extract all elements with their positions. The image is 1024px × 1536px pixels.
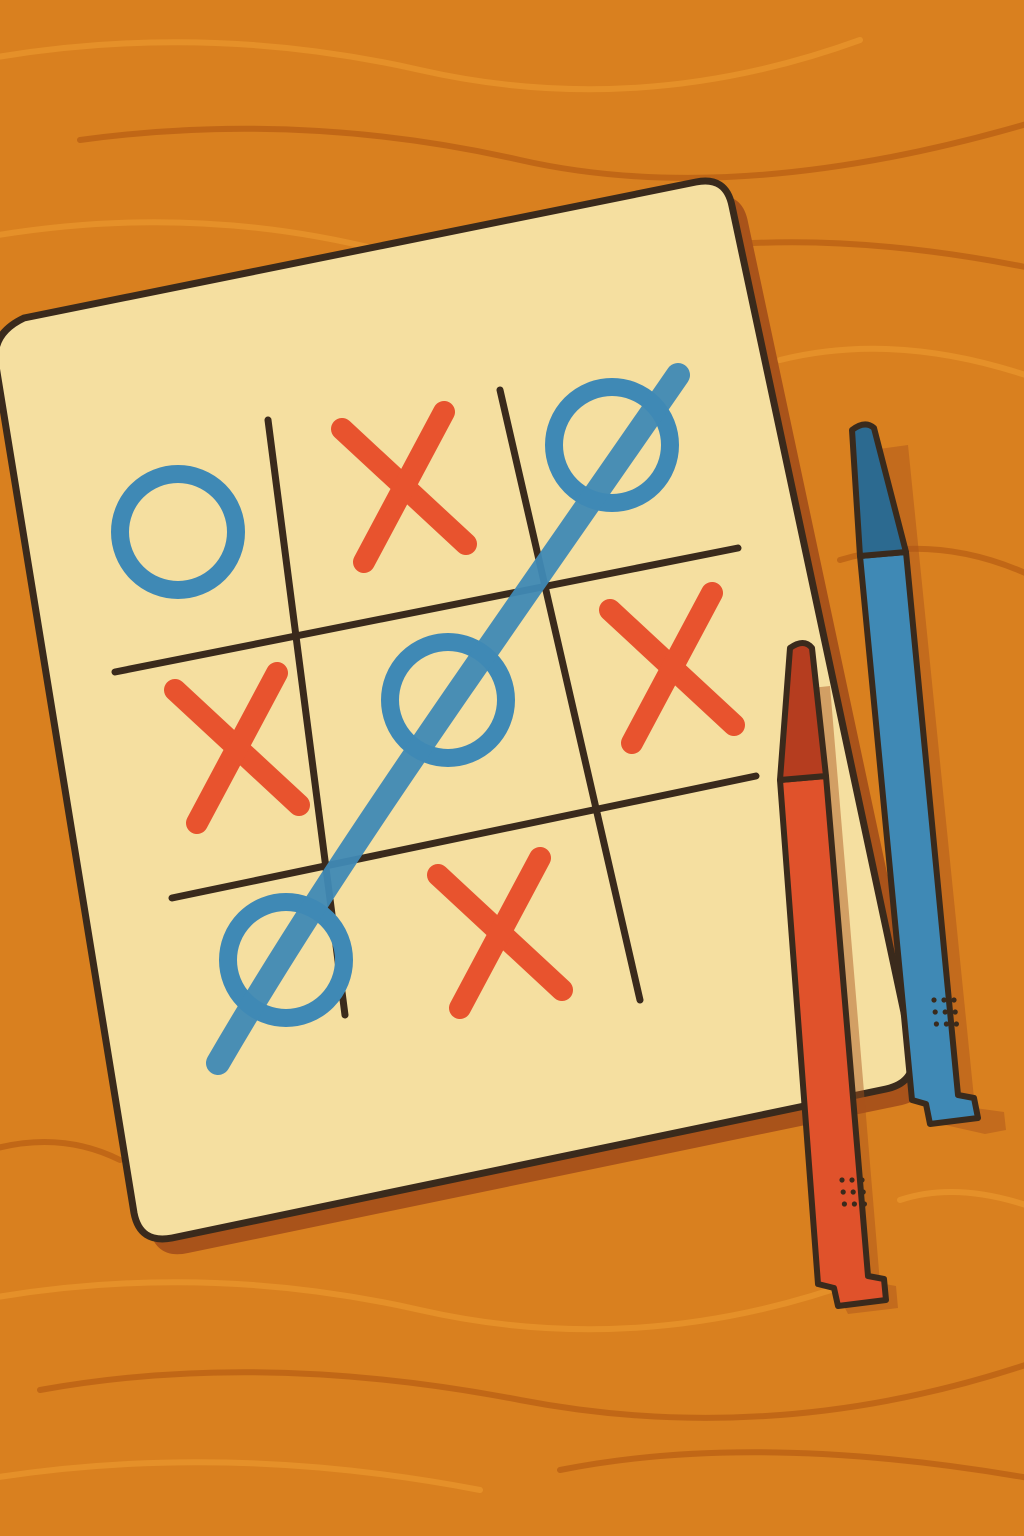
grip-dot <box>841 1201 848 1207</box>
grip-dot <box>933 1021 940 1027</box>
grip-dot <box>849 1177 855 1183</box>
game-scene <box>0 0 1024 1536</box>
grip-dot <box>859 1177 865 1183</box>
grip-dot <box>850 1189 856 1195</box>
grip-dot <box>840 1189 846 1195</box>
grip-dot <box>943 1021 950 1027</box>
red-marker-grip-dots <box>839 1177 868 1207</box>
grip-dot <box>941 997 947 1003</box>
grip-dot <box>931 997 937 1003</box>
blue-marker-grip-dots <box>931 997 960 1027</box>
grip-dot <box>839 1177 845 1183</box>
grip-dot <box>951 997 957 1003</box>
grip-dot <box>861 1201 868 1207</box>
grip-dot <box>851 1201 858 1207</box>
grip-dot <box>953 1021 960 1027</box>
grip-dot <box>932 1009 938 1015</box>
grip-dot <box>952 1009 958 1015</box>
grip-dot <box>860 1189 866 1195</box>
grip-dot <box>942 1009 948 1015</box>
